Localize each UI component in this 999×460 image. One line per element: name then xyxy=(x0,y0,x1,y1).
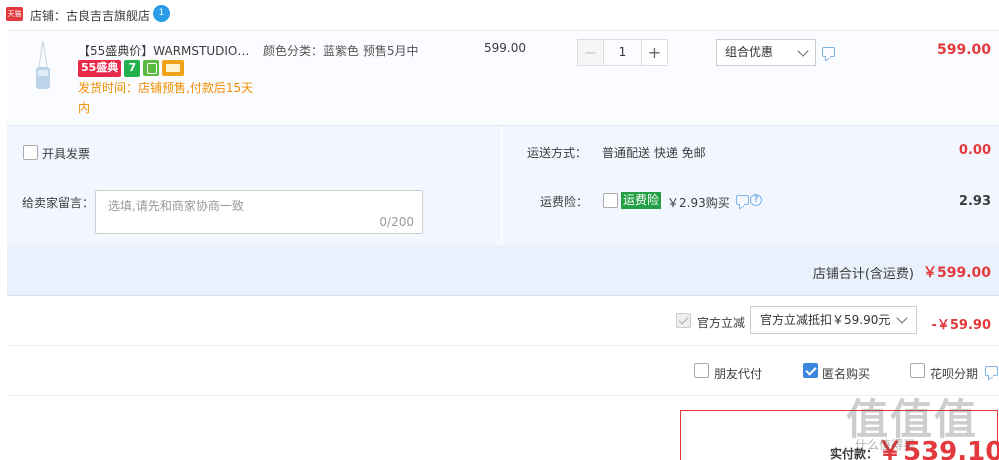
tag-guarantee-icon xyxy=(143,60,160,76)
insurance-label: 运费险： xyxy=(540,195,589,209)
seller-message-count: 0/200 xyxy=(379,215,414,229)
tag-card-icon xyxy=(162,60,185,76)
unit-price: 599.00 xyxy=(484,41,526,55)
seller-message-placeholder: 选填,请先和商家协商一致 xyxy=(108,199,244,213)
item-row: 【55盛典价】WARMSTUDIO古... 颜色分类：蓝紫色 预售5月中 55盛… xyxy=(7,30,999,125)
subtotal-label: 店铺合计(含运费) xyxy=(812,267,914,282)
quantity-input[interactable]: 1 xyxy=(604,39,641,66)
chevron-down-icon xyxy=(896,312,908,324)
friend-pay-label: 朋友代付 xyxy=(714,367,763,381)
subtotal-value: ￥599.00 xyxy=(922,265,991,281)
quantity-minus-button[interactable]: − xyxy=(577,39,604,66)
invoice-label: 开具发票 xyxy=(42,147,91,161)
ship-time: 发货时间：店铺预售,付款后15天内 xyxy=(78,81,254,115)
anonymous-checkbox[interactable] xyxy=(803,363,818,378)
invoice-checkbox[interactable] xyxy=(23,145,38,160)
tag-55-festival: 55盛典 xyxy=(78,60,122,77)
chat-icon[interactable]: 1 xyxy=(153,5,170,22)
insurance-desc: ￥2.93购买 xyxy=(667,196,730,210)
shipping-fee: 0.00 xyxy=(958,143,991,158)
message-label: 给卖家留言： xyxy=(22,196,95,210)
quantity-stepper: − 1 + xyxy=(577,39,668,66)
watermark-site: 什么值得买 xyxy=(855,438,916,452)
shop-name-link[interactable]: 店铺：古良吉吉旗舰店 xyxy=(30,7,150,24)
product-title-link[interactable]: 【55盛典价】WARMSTUDIO古... xyxy=(78,42,258,59)
shop-header: 天猫 店铺：古良吉吉旗舰店 1 xyxy=(0,0,999,30)
discount-label: 官方立减 xyxy=(697,316,746,330)
panel-divider xyxy=(501,126,502,246)
insurance-checkbox[interactable] xyxy=(603,193,618,208)
shop-subtotal-row: 店铺合计(含运费) ￥599.00 xyxy=(7,245,999,296)
order-options-panel: 开具发票 运送方式： 普通配送 快递 免邮 0.00 给卖家留言： 选填,请先和… xyxy=(7,125,999,246)
item-total: 599.00 xyxy=(936,42,991,58)
promo-select-value: 组合优惠 xyxy=(725,45,774,59)
discount-value: -￥59.90 xyxy=(931,318,991,333)
anonymous-label: 匿名购买 xyxy=(822,367,871,381)
promo-info-icon[interactable] xyxy=(822,47,835,57)
discount-select-value: 官方立减抵扣￥59.90元 xyxy=(760,313,891,327)
huabei-checkbox[interactable] xyxy=(910,363,925,378)
shipping-label: 运送方式： xyxy=(527,146,588,160)
product-sku: 颜色分类：蓝紫色 预售5月中 xyxy=(263,44,419,58)
insurance-info-icon[interactable] xyxy=(736,195,749,205)
help-icon[interactable]: ? xyxy=(750,194,762,206)
promo-select[interactable]: 组合优惠 xyxy=(716,39,816,66)
huabei-info-icon[interactable] xyxy=(985,366,998,376)
product-thumbnail[interactable] xyxy=(17,37,69,97)
tmall-icon: 天猫 xyxy=(6,7,23,21)
friend-pay-checkbox[interactable] xyxy=(694,363,709,378)
shipping-value: 普通配送 快递 免邮 xyxy=(602,146,706,160)
seller-message-input[interactable]: 选填,请先和商家协商一致 0/200 xyxy=(95,190,423,234)
discount-checkbox[interactable] xyxy=(676,313,691,328)
tag-7day-return: 7 xyxy=(124,60,141,77)
quantity-plus-button[interactable]: + xyxy=(641,39,668,66)
insurance-fee: 2.93 xyxy=(958,194,991,209)
discount-row: 官方立减 官方立减抵扣￥59.90元 -￥59.90 xyxy=(7,296,999,346)
promo-tags: 55盛典 7 xyxy=(78,60,185,77)
insurance-tag: 运费险 xyxy=(621,192,662,209)
huabei-label: 花呗分期 xyxy=(930,367,979,381)
discount-select[interactable]: 官方立减抵扣￥59.90元 xyxy=(750,306,917,334)
chevron-down-icon xyxy=(797,45,809,57)
